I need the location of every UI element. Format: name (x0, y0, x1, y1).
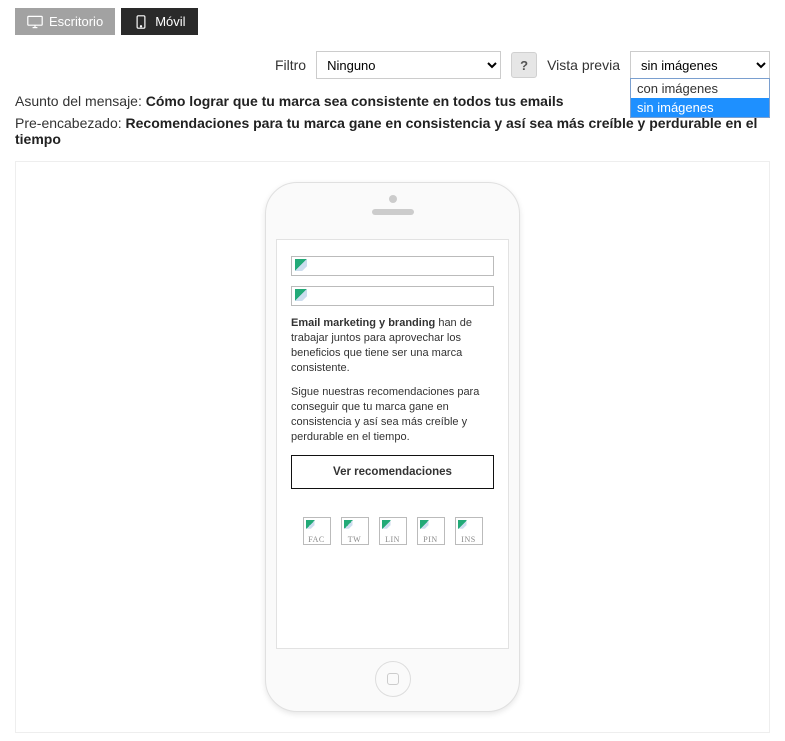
email-paragraph-2: Sigue nuestras recomendaciones para cons… (291, 385, 494, 444)
twitter-icon[interactable]: TW (341, 517, 369, 545)
preview-option-without-images[interactable]: sin imágenes (631, 98, 769, 117)
subject-label: Asunto del mensaje: (15, 93, 146, 109)
phone-earpiece-area (266, 195, 519, 215)
blocked-image-placeholder-1 (291, 256, 494, 276)
email-paragraph-1: Email marketing y branding han de trabaj… (291, 316, 494, 375)
phone-home-button (375, 661, 411, 697)
phone-speaker-icon (372, 209, 414, 215)
desktop-icon (27, 15, 43, 29)
filter-label: Filtro (275, 57, 306, 73)
pinterest-icon[interactable]: PIN (417, 517, 445, 545)
instagram-icon[interactable]: INS (455, 517, 483, 545)
preheader-line: Pre-encabezado: Recomendaciones para tu … (15, 115, 770, 147)
preview-label: Vista previa (547, 57, 620, 73)
email-body: Email marketing y branding han de trabaj… (291, 316, 494, 445)
subject-value: Cómo lograr que tu marca sea consistente… (146, 93, 564, 109)
mobile-view-label: Móvil (155, 14, 185, 29)
phone-camera-icon (389, 195, 397, 203)
view-toggle-group: Escritorio Móvil (15, 8, 770, 35)
preview-controls-row: Filtro Ninguno ? Vista previa sin imágen… (15, 51, 770, 79)
phone-frame: Email marketing y branding han de trabaj… (265, 182, 520, 712)
filter-select[interactable]: Ninguno (316, 51, 501, 79)
cta-button[interactable]: Ver recomendaciones (291, 455, 494, 489)
preview-dropdown-listbox: con imágenes sin imágenes (630, 78, 770, 118)
desktop-view-button[interactable]: Escritorio (15, 8, 115, 35)
preview-select[interactable]: sin imágenes (630, 51, 770, 79)
preheader-label: Pre-encabezado: (15, 115, 126, 131)
desktop-view-label: Escritorio (49, 14, 103, 29)
social-icons-row: FAC TW LIN PIN INS (291, 517, 494, 545)
phone-screen: Email marketing y branding han de trabaj… (276, 239, 509, 649)
preview-option-with-images[interactable]: con imágenes (631, 79, 769, 98)
preheader-value: Recomendaciones para tu marca gane en co… (15, 115, 757, 147)
facebook-icon[interactable]: FAC (303, 517, 331, 545)
phone-home-button-glyph (387, 673, 399, 685)
mobile-icon (133, 15, 149, 29)
help-button[interactable]: ? (511, 52, 537, 78)
preview-panel: Email marketing y branding han de trabaj… (15, 161, 770, 733)
preview-select-wrapper: sin imágenes con imágenes sin imágenes (630, 51, 770, 79)
email-strong-lead: Email marketing y branding (291, 317, 435, 329)
blocked-image-placeholder-2 (291, 286, 494, 306)
mobile-view-button[interactable]: Móvil (121, 8, 197, 35)
help-icon: ? (520, 58, 528, 73)
linkedin-icon[interactable]: LIN (379, 517, 407, 545)
